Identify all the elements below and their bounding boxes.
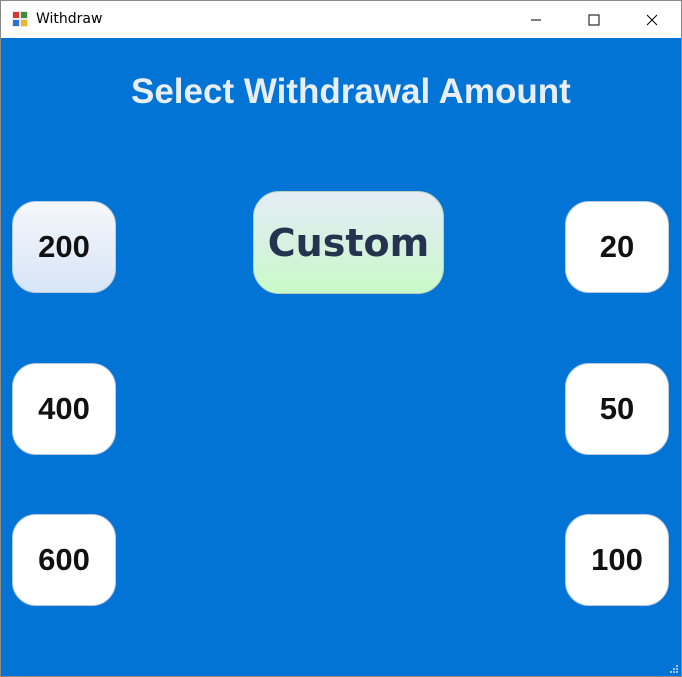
close-button[interactable] (623, 1, 681, 38)
resize-grip-icon[interactable] (668, 663, 678, 673)
page-title: Select Withdrawal Amount (131, 72, 571, 111)
minimize-icon (531, 19, 541, 20)
amount-200-button[interactable]: 200 (12, 201, 116, 293)
close-icon (646, 14, 658, 25)
maximize-button[interactable] (565, 1, 623, 38)
custom-amount-button[interactable]: Custom (253, 191, 444, 294)
title-bar[interactable]: Withdraw (1, 1, 681, 38)
client-area: Select Withdrawal Amount 200 400 600 Cus… (1, 38, 681, 676)
maximize-icon (588, 14, 600, 25)
minimize-button[interactable] (507, 1, 565, 38)
amount-20-button[interactable]: 20 (565, 201, 669, 293)
amount-50-button[interactable]: 50 (565, 363, 669, 455)
window-title: Withdraw (36, 11, 103, 27)
amount-100-button[interactable]: 100 (565, 514, 669, 606)
windows-app-icon (12, 11, 28, 27)
amount-400-button[interactable]: 400 (12, 363, 116, 455)
withdraw-window: Withdraw Select Withdrawal Amount 200 40… (0, 0, 682, 677)
amount-600-button[interactable]: 600 (12, 514, 116, 606)
